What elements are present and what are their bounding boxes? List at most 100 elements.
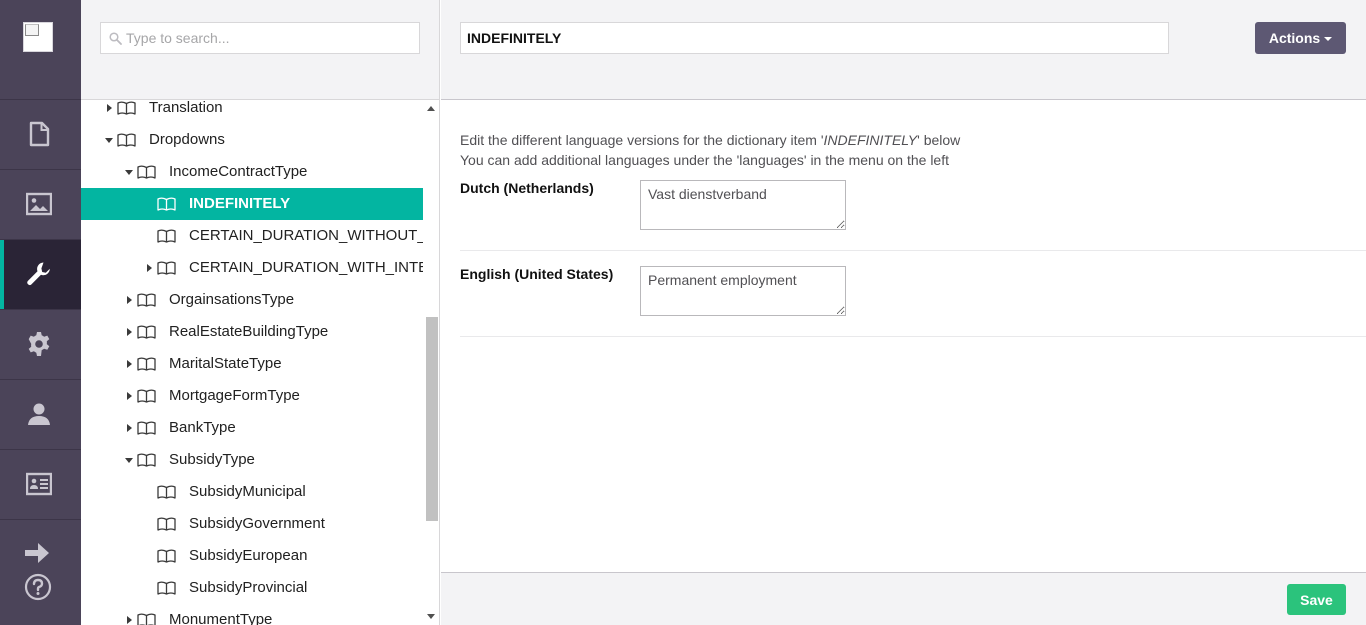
intro-line-1: Edit the different language versions for…: [460, 132, 961, 148]
caret-right-icon[interactable]: [125, 616, 133, 624]
user-icon: [28, 403, 50, 425]
id-card-icon: [26, 472, 52, 496]
tree-item-label: Dropdowns: [149, 131, 225, 148]
app-sidebar: [0, 0, 81, 625]
tree-item[interactable]: SubsidyGovernment: [81, 508, 423, 540]
caret-right-icon[interactable]: [145, 264, 153, 272]
help-icon[interactable]: [24, 573, 52, 601]
document-icon: [29, 121, 50, 147]
caret-right-icon[interactable]: [105, 104, 113, 112]
app-developer[interactable]: [0, 240, 81, 310]
scroll-up-icon[interactable]: [427, 106, 435, 111]
tree-item-label: CERTAIN_DURATION_WITH_INTENTION: [189, 259, 423, 276]
book-icon: [157, 197, 176, 211]
caret-right-icon[interactable]: [125, 328, 133, 336]
book-icon: [137, 453, 156, 467]
caret-down-icon[interactable]: [125, 168, 133, 176]
wrench-icon: [27, 262, 50, 285]
intro-text: Edit the different language versions for…: [460, 130, 960, 170]
tree-item[interactable]: CERTAIN_DURATION_WITHOUT_INTENTION: [81, 220, 423, 252]
caret-right-icon[interactable]: [125, 360, 133, 368]
tree-item[interactable]: MonumentType: [81, 604, 423, 625]
book-icon: [137, 613, 156, 625]
tree-item-label: IncomeContractType: [169, 163, 308, 180]
caret-right-icon[interactable]: [125, 424, 133, 432]
tree-item-label: SubsidyType: [169, 451, 255, 468]
item-name-input[interactable]: [460, 22, 1169, 54]
gear-icon: [28, 332, 50, 356]
book-icon: [157, 549, 176, 563]
logo-image[interactable]: [23, 22, 53, 52]
tree-item-label: SubsidyEuropean: [189, 547, 308, 564]
tree-panel: Translation Dropdowns IncomeContractType IN…: [81, 0, 440, 625]
editor-footer: Save: [441, 572, 1366, 625]
tree-item-label: BankType: [169, 419, 236, 436]
tree-item[interactable]: BankType: [81, 412, 423, 444]
tree-item[interactable]: INDEFINITELY: [81, 188, 423, 220]
tree-list: Translation Dropdowns IncomeContractType IN…: [81, 100, 439, 625]
tree-item-label: INDEFINITELY: [189, 195, 291, 212]
caret-right-icon[interactable]: [125, 296, 133, 304]
book-icon: [137, 357, 156, 371]
scroll-down-icon[interactable]: [427, 614, 435, 619]
actions-button[interactable]: Actions: [1255, 22, 1346, 54]
book-icon: [137, 165, 156, 179]
logo-area: [0, 0, 81, 100]
translation-textarea[interactable]: Vast dienstverband: [640, 180, 846, 230]
caret-down-icon: [1324, 37, 1333, 42]
app-bottom-tools: [0, 520, 81, 601]
save-button[interactable]: Save: [1287, 584, 1346, 615]
tree-search-box[interactable]: [100, 22, 420, 54]
tree-item-label: OrgainsationsType: [169, 291, 295, 308]
tree-item-label: CERTAIN_DURATION_WITHOUT_INTENTION: [189, 227, 423, 244]
tree-search-input[interactable]: [126, 23, 414, 53]
book-icon: [137, 325, 156, 339]
caret-down-icon[interactable]: [105, 136, 113, 144]
app-media[interactable]: [0, 170, 81, 240]
editor-panel: Actions Edit the different language vers…: [441, 0, 1366, 625]
tree-item[interactable]: SubsidyType: [81, 444, 423, 476]
tree-item[interactable]: OrgainsationsType: [81, 284, 423, 316]
tree-item-label: SubsidyGovernment: [189, 515, 325, 532]
app-content[interactable]: [0, 100, 81, 170]
book-icon: [157, 485, 176, 499]
tree-item-label: Translation: [149, 100, 223, 116]
translation-textarea[interactable]: Permanent employment: [640, 266, 846, 316]
book-icon: [157, 517, 176, 531]
book-icon: [157, 581, 176, 595]
image-icon: [26, 192, 52, 216]
intro-line-2: You can add additional languages under t…: [460, 152, 949, 168]
tree-header: [81, 0, 439, 100]
language-row-dutch: Dutch (Netherlands) Vast dienstverband: [460, 170, 1366, 251]
book-icon: [157, 261, 176, 275]
tree-item-label: MonumentType: [169, 611, 273, 625]
book-icon: [137, 293, 156, 307]
tree-item-label: MaritalStateType: [169, 355, 282, 372]
book-icon: [117, 101, 136, 115]
tree-item[interactable]: Translation: [81, 100, 423, 124]
language-row-english: English (United States) Permanent employ…: [460, 251, 1366, 337]
tree-item[interactable]: MortgageFormType: [81, 380, 423, 412]
app-members[interactable]: [0, 450, 81, 520]
tree-item[interactable]: SubsidyEuropean: [81, 540, 423, 572]
caret-right-icon[interactable]: [125, 392, 133, 400]
tree-item[interactable]: SubsidyMunicipal: [81, 476, 423, 508]
app-settings[interactable]: [0, 310, 81, 380]
tree-item[interactable]: SubsidyProvincial: [81, 572, 423, 604]
scroll-thumb[interactable]: [426, 317, 438, 521]
tree-item[interactable]: IncomeContractType: [81, 156, 423, 188]
tree-item[interactable]: RealEstateBuildingType: [81, 316, 423, 348]
editor-header: Actions: [441, 0, 1366, 100]
language-label: Dutch (Netherlands): [460, 180, 594, 196]
tree-item[interactable]: Dropdowns: [81, 124, 423, 156]
tree-item[interactable]: CERTAIN_DURATION_WITH_INTENTION: [81, 252, 423, 284]
tree-item-label: MortgageFormType: [169, 387, 300, 404]
tree-scrollbar[interactable]: [423, 100, 439, 625]
app-users[interactable]: [0, 380, 81, 450]
caret-down-icon[interactable]: [125, 456, 133, 464]
tree-item-label: RealEstateBuildingType: [169, 323, 329, 340]
tree-item[interactable]: MaritalStateType: [81, 348, 423, 380]
tree-item-label: SubsidyProvincial: [189, 579, 308, 596]
book-icon: [117, 133, 136, 147]
arrow-right-icon[interactable]: [24, 540, 50, 566]
